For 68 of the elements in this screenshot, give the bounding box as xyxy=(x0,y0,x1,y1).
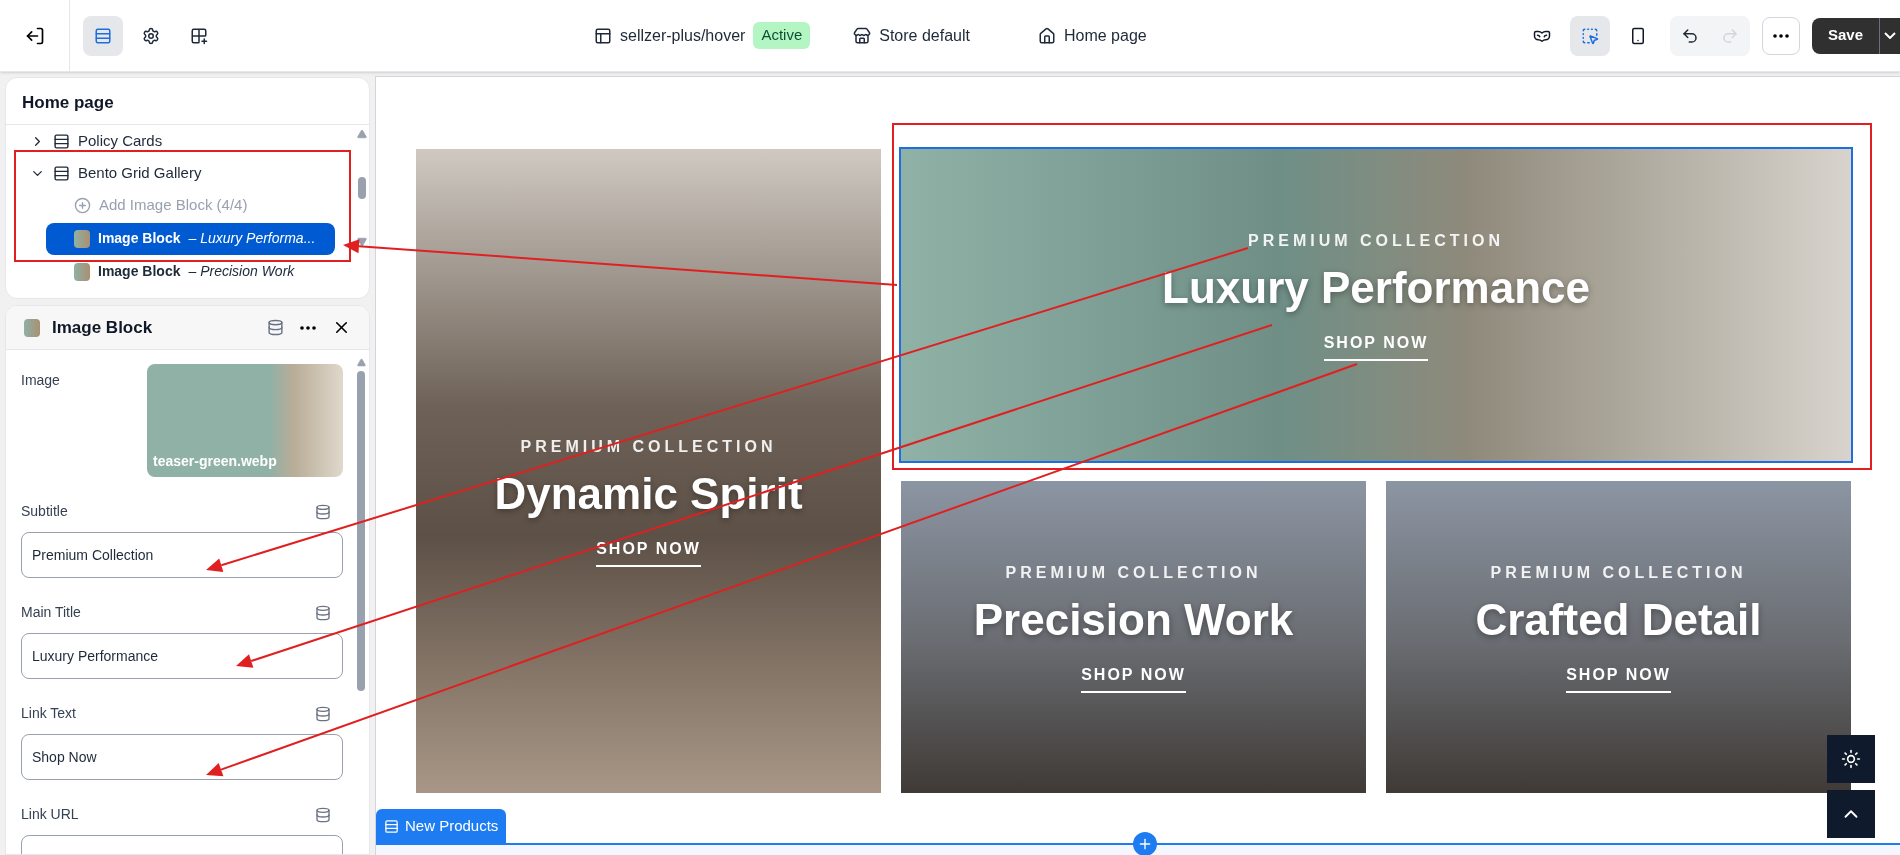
panel-title: Home page xyxy=(6,78,369,125)
database-icon[interactable] xyxy=(315,503,331,520)
field-label: Image xyxy=(21,371,60,390)
database-icon[interactable] xyxy=(315,806,331,823)
input-field[interactable]: Shop Now xyxy=(21,734,343,780)
layer-item[interactable]: Bento Grid Gallery xyxy=(6,157,355,190)
section-tab[interactable]: New Products xyxy=(376,809,507,843)
grid-plus-icon xyxy=(190,26,208,45)
tile-title: Precision Work xyxy=(973,594,1294,646)
settings-icon xyxy=(142,26,160,45)
scroll-down-icon xyxy=(357,236,367,247)
gallery-tile[interactable]: PREMIUM COLLECTION Precision Work SHOP NOW xyxy=(901,481,1366,793)
input-field[interactable]: Luxury Performance xyxy=(21,633,343,679)
database-icon[interactable] xyxy=(315,604,331,621)
tile-subtitle: PREMIUM COLLECTION xyxy=(1005,563,1262,583)
section-icon xyxy=(53,133,70,150)
file-name: teaser-green.webp xyxy=(153,452,277,471)
shop-now-link[interactable]: SHOP NOW xyxy=(596,537,701,567)
shop-now-link[interactable]: SHOP NOW xyxy=(1323,331,1429,361)
layer-item[interactable]: Image Block – Luxury Performa... xyxy=(46,222,335,255)
sun-icon xyxy=(1841,749,1861,769)
panel-title: Image Block xyxy=(52,316,153,339)
tile-subtitle: PREMIUM COLLECTION xyxy=(1248,231,1504,251)
image-thumbnail xyxy=(24,318,40,337)
image-thumbnail xyxy=(74,262,90,281)
more-icon xyxy=(1772,33,1789,38)
scrollbar-thumb[interactable] xyxy=(357,371,365,691)
undo-icon xyxy=(1680,26,1699,45)
gallery-tile[interactable]: PREMIUM COLLECTION Luxury Performance SHOP NOW xyxy=(901,149,1851,461)
layout-icon xyxy=(594,26,612,45)
tile-title: Luxury Performance xyxy=(1162,262,1590,314)
add-icon xyxy=(74,197,91,214)
field-label: Main Title xyxy=(21,603,81,622)
status-badge: Active xyxy=(753,22,811,49)
shop-now-link[interactable]: SHOP NOW xyxy=(1566,663,1671,693)
plus-icon xyxy=(1137,836,1153,852)
home-icon xyxy=(1038,26,1056,45)
redo-icon xyxy=(1720,26,1739,45)
layer-item[interactable]: Image Block – Precision Work xyxy=(46,255,335,288)
image-thumbnail xyxy=(74,229,90,248)
section-icon xyxy=(384,818,399,834)
field-label: Link URL xyxy=(21,805,79,824)
tile-title: Crafted Detail xyxy=(1475,594,1762,646)
input-field[interactable]: Premium Collection xyxy=(21,532,343,578)
page-selector[interactable]: Home page xyxy=(1038,23,1147,48)
theme-toggle-button[interactable] xyxy=(1827,735,1875,783)
layer-item[interactable]: Policy Cards xyxy=(6,125,355,158)
database-icon[interactable] xyxy=(315,705,331,722)
tile-subtitle: PREMIUM COLLECTION xyxy=(1490,563,1747,583)
exit-icon xyxy=(24,25,45,46)
gallery-tile[interactable]: PREMIUM COLLECTION Crafted Detail SHOP NOW xyxy=(1386,481,1851,793)
field-label: Link Text xyxy=(21,704,76,723)
field-label: Subtitle xyxy=(21,502,68,521)
scrollbar-thumb[interactable] xyxy=(358,176,366,199)
caret-icon xyxy=(1884,32,1896,39)
scroll-up-icon xyxy=(356,358,366,367)
more-button[interactable] xyxy=(1761,16,1800,55)
theme-name: sellzer-plus/hover xyxy=(620,25,746,46)
add-section-button[interactable] xyxy=(1133,832,1157,855)
pointer-selection-icon xyxy=(1580,26,1599,45)
store-selector[interactable]: Store default xyxy=(853,23,970,48)
database-icon xyxy=(267,319,284,336)
sections-icon xyxy=(94,26,112,45)
store-icon xyxy=(853,26,872,45)
section-icon xyxy=(53,165,70,182)
scroll-up-icon xyxy=(357,128,367,139)
shop-now-link[interactable]: SHOP NOW xyxy=(1081,663,1186,693)
more-icon[interactable] xyxy=(300,325,316,330)
